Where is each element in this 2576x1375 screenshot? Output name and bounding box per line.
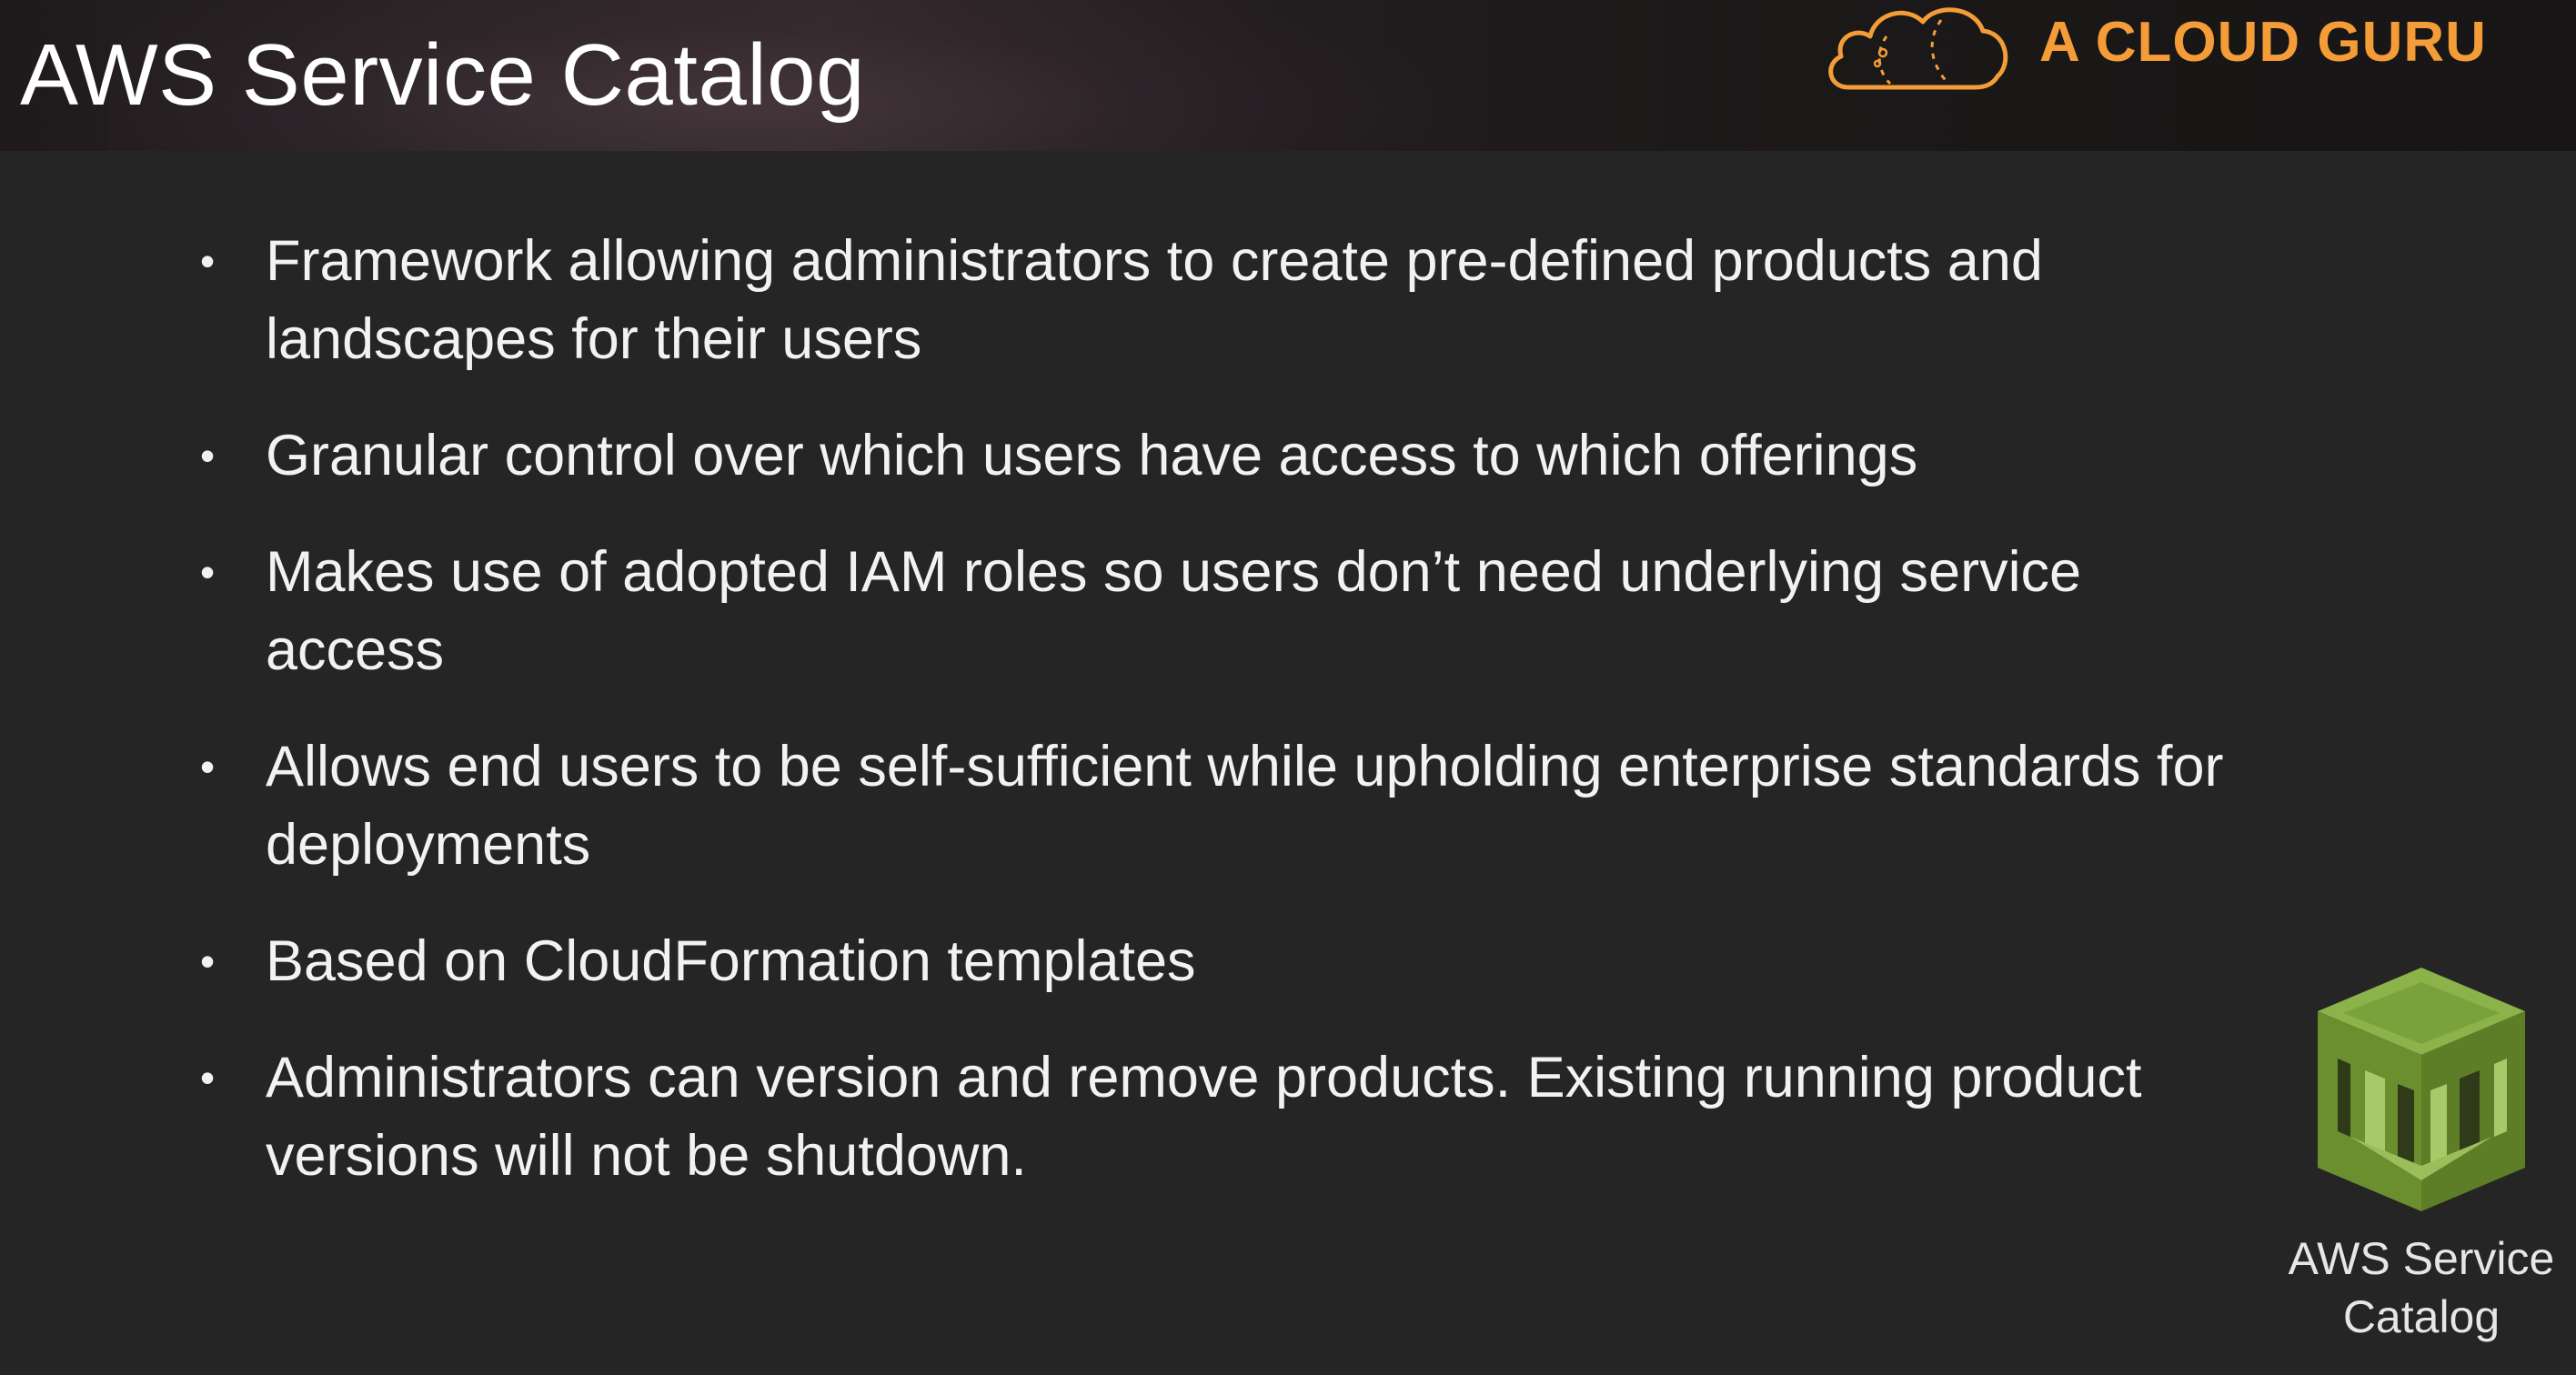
service-label-line-1: AWS Service [2288, 1233, 2555, 1284]
bullet-text: Based on CloudFormation templates [266, 929, 1196, 993]
bullet-item: • Framework allowing administrators to c… [196, 222, 2252, 378]
bullet-item: • Makes use of adopted IAM roles so user… [196, 533, 2252, 689]
bullet-dot: • [200, 548, 216, 596]
brand-logo: A CLOUD GURU [1823, 0, 2487, 100]
bullet-dot: • [200, 938, 216, 985]
aws-service-catalog-icon [2314, 964, 2529, 1219]
bullet-text: Makes use of adopted IAM roles so users … [266, 540, 2082, 682]
bullet-item: • Administrators can version and remove … [196, 1039, 2252, 1195]
bullet-item: • Granular control over which users have… [196, 417, 2252, 495]
bullet-text: Administrators can version and remove pr… [266, 1046, 2142, 1188]
slide-header: AWS Service Catalog A CLOUD GURU [0, 0, 2576, 151]
bullet-text: Allows end users to be self-sufficient w… [266, 735, 2224, 877]
bullet-item: • Allows end users to be self-sufficient… [196, 728, 2252, 884]
bullet-dot: • [200, 432, 216, 479]
service-label-line-2: Catalog [2342, 1291, 2501, 1342]
brand-name: A CLOUD GURU [2039, 10, 2487, 74]
bullet-text: Granular control over which users have a… [266, 424, 1918, 487]
bullet-dot: • [200, 1054, 216, 1101]
bullet-dot: • [200, 237, 216, 285]
bullet-dot: • [200, 743, 216, 790]
bullet-item: • Based on CloudFormation templates [196, 922, 2252, 1000]
bullet-text: Framework allowing administrators to cre… [266, 229, 2043, 371]
service-icon-label: AWS Service Catalog [2267, 1229, 2576, 1346]
cloud-logo-icon [1828, 7, 2008, 90]
slide-title: AWS Service Catalog [20, 26, 865, 124]
bullet-list: • Framework allowing administrators to c… [196, 222, 2252, 1233]
